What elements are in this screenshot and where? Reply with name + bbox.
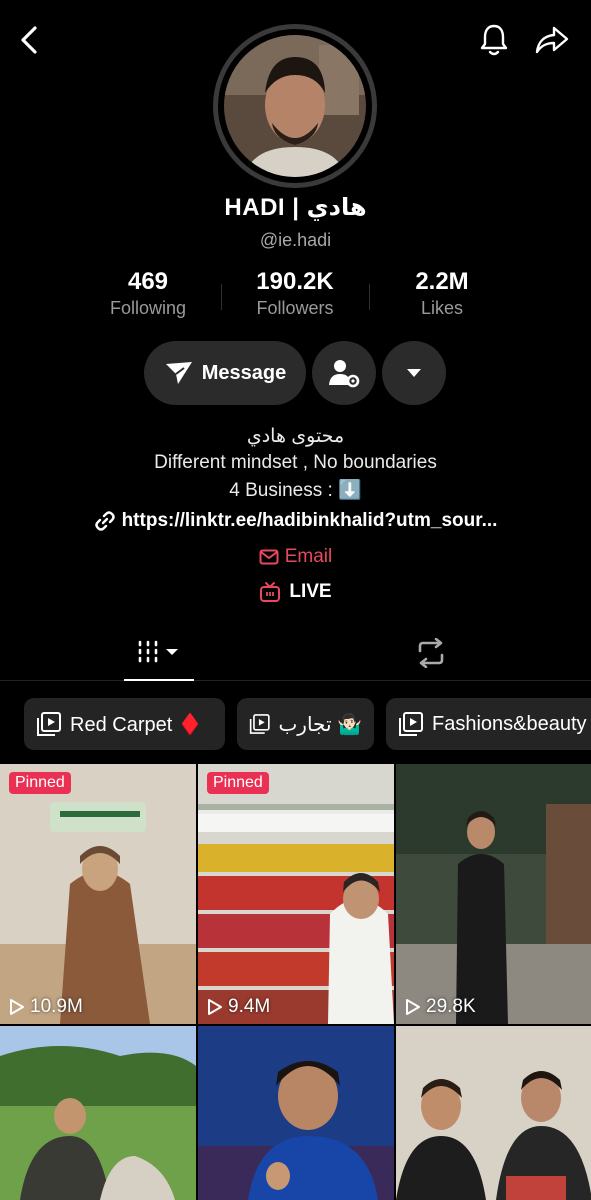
playlist-icon bbox=[249, 714, 270, 734]
back-button[interactable] bbox=[8, 18, 52, 62]
send-icon bbox=[165, 362, 192, 384]
thumbnail-image bbox=[396, 764, 591, 1024]
video-thumbnail[interactable] bbox=[198, 1026, 394, 1200]
collection-label: تجارب 🤷🏻‍♂️ bbox=[278, 713, 362, 736]
profile-actions: Message bbox=[0, 341, 591, 405]
live-tv-icon bbox=[260, 582, 281, 602]
pinned-badge: Pinned bbox=[9, 772, 71, 794]
tab-reposts[interactable] bbox=[398, 625, 464, 681]
mail-icon bbox=[259, 549, 279, 565]
message-button-label: Message bbox=[201, 361, 287, 384]
video-thumbnail[interactable]: 29.8K bbox=[396, 764, 591, 1024]
play-outline-icon bbox=[10, 999, 24, 1015]
grid-icon bbox=[138, 640, 178, 663]
playlist-icon bbox=[37, 712, 61, 736]
profile-name: HADI | هادي bbox=[224, 194, 367, 221]
play-outline-icon bbox=[406, 999, 420, 1015]
playlist-icon bbox=[399, 712, 423, 736]
message-button[interactable]: Message bbox=[144, 341, 306, 405]
play-outline-icon bbox=[208, 999, 222, 1015]
stat-value: 190.2K bbox=[256, 268, 334, 295]
stat-label: Followers bbox=[256, 298, 334, 318]
bio-line: 4 Business : ⬇️ bbox=[229, 480, 362, 501]
email-link[interactable]: Email bbox=[0, 546, 591, 568]
collection-chip[interactable]: Red Carpet ♦️ bbox=[24, 698, 225, 750]
view-count: 10.9M bbox=[8, 996, 83, 1018]
video-thumbnail[interactable] bbox=[396, 1026, 591, 1200]
view-count-text: 10.9M bbox=[30, 996, 83, 1017]
tab-videos[interactable] bbox=[124, 625, 194, 681]
thumbnail-image bbox=[198, 764, 394, 1024]
view-count-text: 9.4M bbox=[228, 996, 271, 1017]
follow-settings-button[interactable] bbox=[312, 341, 376, 405]
profile-handle: @ie.hadi bbox=[259, 230, 332, 250]
stat-label: Likes bbox=[420, 298, 464, 318]
bell-icon bbox=[480, 24, 508, 56]
notifications-button[interactable] bbox=[472, 18, 516, 62]
link-icon bbox=[94, 511, 115, 531]
video-thumbnail[interactable]: Pinned 10.9M bbox=[0, 764, 196, 1024]
profile-stats: 469 Following 190.2K Followers 2.2M Like… bbox=[0, 268, 591, 328]
collection-chip[interactable]: Fashions&beauty bbox=[386, 698, 591, 750]
stat-value: 469 bbox=[127, 268, 169, 295]
more-dropdown-button[interactable] bbox=[382, 341, 446, 405]
thumbnail-image bbox=[396, 1026, 591, 1200]
share-icon bbox=[535, 26, 569, 54]
video-thumbnail[interactable] bbox=[0, 1026, 196, 1200]
collection-label: Red Carpet ♦️ bbox=[70, 713, 203, 736]
user-settings-icon bbox=[329, 360, 360, 388]
content-tabs bbox=[0, 625, 591, 681]
avatar-ring[interactable] bbox=[213, 24, 377, 188]
view-count: 29.8K bbox=[404, 996, 476, 1018]
bio-line: محتوى هادي bbox=[246, 426, 345, 447]
bio-link-text: https://linktr.ee/hadibinkhalid?utm_sour… bbox=[121, 510, 498, 531]
live-link[interactable]: LIVE bbox=[0, 581, 591, 603]
stat-followers[interactable]: 190.2K Followers bbox=[220, 268, 370, 319]
email-label: Email bbox=[284, 546, 333, 567]
avatar bbox=[224, 35, 366, 177]
video-grid: Pinned 10.9M Pinned 9.4M 29.8K bbox=[0, 764, 591, 1200]
repost-icon bbox=[418, 638, 444, 668]
stat-value: 2.2M bbox=[415, 268, 469, 295]
pinned-badge: Pinned bbox=[207, 772, 269, 794]
stat-label: Following bbox=[109, 298, 187, 318]
share-button[interactable] bbox=[530, 18, 574, 62]
stat-likes[interactable]: 2.2M Likes bbox=[367, 268, 517, 319]
collections-row: Red Carpet ♦️ تجارب 🤷🏻‍♂️ Fashions&beaut… bbox=[0, 698, 591, 750]
chevron-left-icon bbox=[21, 26, 37, 54]
live-label: LIVE bbox=[289, 581, 332, 602]
thumbnail-image bbox=[0, 764, 196, 1024]
view-count: 9.4M bbox=[206, 996, 270, 1018]
view-count-text: 29.8K bbox=[426, 996, 476, 1017]
bio-link[interactable]: https://linktr.ee/hadibinkhalid?utm_sour… bbox=[0, 510, 591, 532]
thumbnail-image bbox=[198, 1026, 394, 1200]
bio-line: Different mindset , No boundaries bbox=[154, 452, 437, 473]
stat-following[interactable]: 469 Following bbox=[73, 268, 223, 319]
video-thumbnail[interactable]: Pinned 9.4M bbox=[198, 764, 394, 1024]
caret-down-icon bbox=[407, 369, 421, 377]
collection-label: Fashions&beauty bbox=[432, 712, 587, 735]
thumbnail-image bbox=[0, 1026, 196, 1200]
collection-chip[interactable]: تجارب 🤷🏻‍♂️ bbox=[237, 698, 374, 750]
